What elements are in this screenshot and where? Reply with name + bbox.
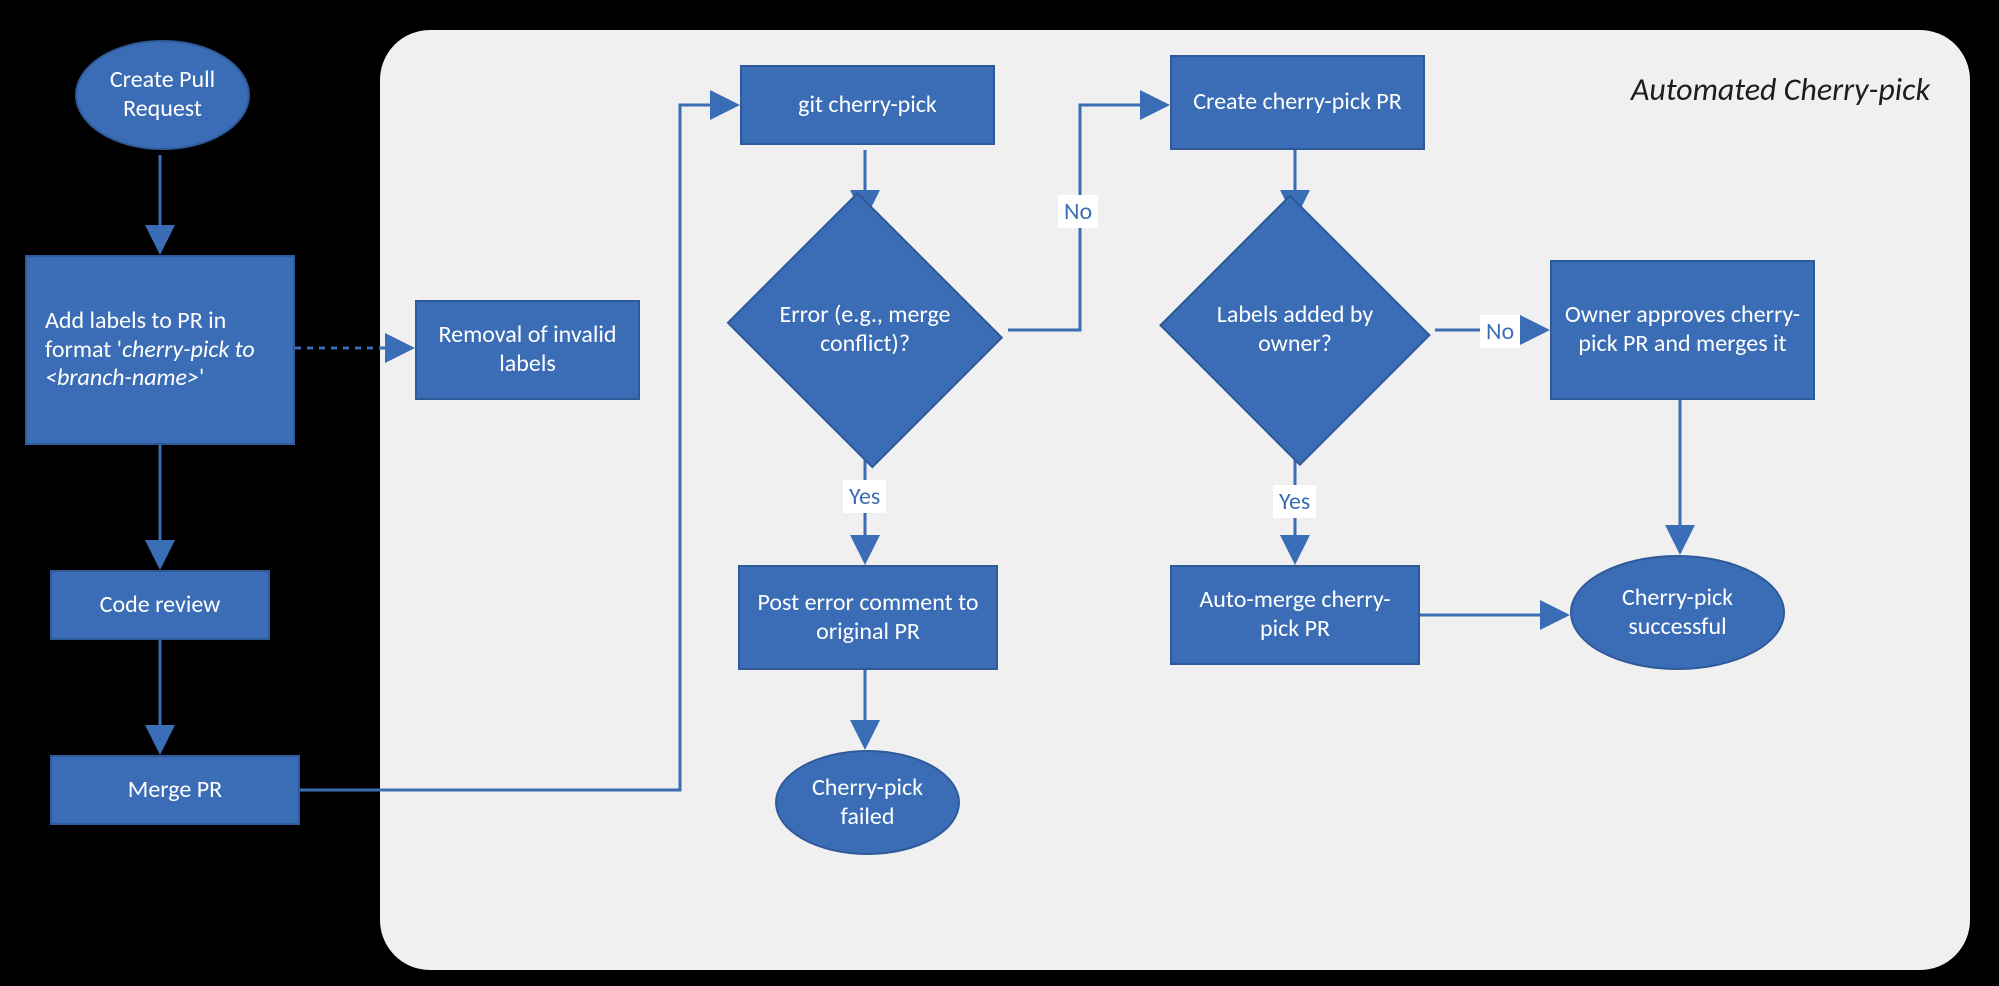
- node-label: Merge PR: [128, 776, 222, 805]
- node-owner-approves: Owner approves cherry-pick PR and merges…: [1550, 260, 1815, 400]
- node-git-cherry-pick: git cherry-pick: [740, 65, 995, 145]
- node-create-cp-pr: Create cherry-pick PR: [1170, 55, 1425, 150]
- node-auto-merge: Auto-merge cherry-pick PR: [1170, 565, 1420, 665]
- node-label: git cherry-pick: [798, 91, 937, 120]
- node-label: Labels added by owner?: [1185, 301, 1405, 359]
- node-code-review: Code review: [50, 570, 270, 640]
- node-cp-failed: Cherry-pick failed: [775, 750, 960, 855]
- node-label: Create Pull Request: [89, 66, 236, 124]
- node-cp-success: Cherry-pick successful: [1570, 555, 1785, 670]
- node-label: Code review: [100, 591, 221, 620]
- node-label: Owner approves cherry-pick PR and merges…: [1564, 301, 1801, 359]
- node-create-pr: Create Pull Request: [75, 40, 250, 150]
- node-label: Removal of invalid labels: [429, 321, 626, 379]
- node-label: Auto-merge cherry-pick PR: [1184, 586, 1406, 644]
- node-labels-decision: Labels added by owner?: [1155, 200, 1435, 460]
- node-post-error: Post error comment to original PR: [738, 565, 998, 670]
- node-label: Post error comment to original PR: [752, 589, 984, 647]
- automated-region: [380, 30, 1970, 970]
- node-merge-pr: Merge PR: [50, 755, 300, 825]
- edge-label-labels-no: No: [1480, 315, 1520, 348]
- edge-label-error-no: No: [1058, 195, 1098, 228]
- node-label: Add labels to PR in format 'cherry-pick …: [45, 307, 275, 393]
- node-add-labels: Add labels to PR in format 'cherry-pick …: [25, 255, 295, 445]
- edge-label-labels-yes: Yes: [1273, 485, 1316, 518]
- flowchart-canvas: Automated Cherry-pick: [0, 0, 1999, 986]
- region-title: Automated Cherry-pick: [1490, 70, 1930, 109]
- node-label: Create cherry-pick PR: [1193, 88, 1401, 117]
- node-label: Cherry-pick failed: [789, 774, 946, 832]
- node-remove-invalid: Removal of invalid labels: [415, 300, 640, 400]
- node-error-decision: Error (e.g., merge conflict)?: [720, 200, 1010, 460]
- edge-label-error-yes: Yes: [843, 480, 886, 513]
- node-label: Error (e.g., merge conflict)?: [750, 301, 980, 359]
- node-label: Cherry-pick successful: [1584, 584, 1771, 642]
